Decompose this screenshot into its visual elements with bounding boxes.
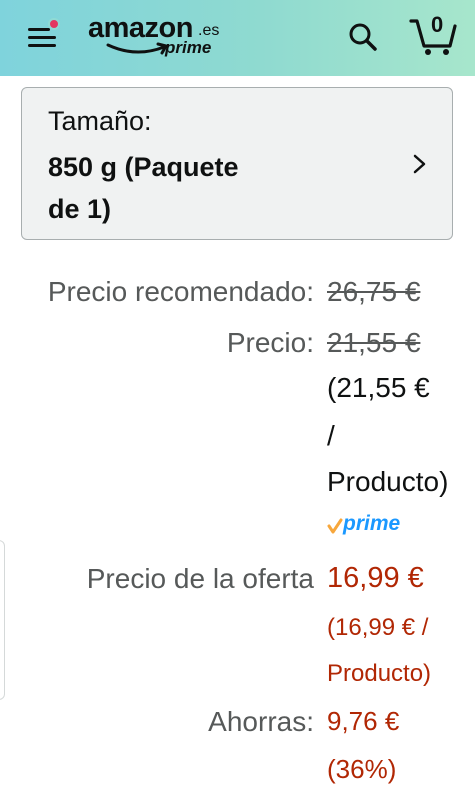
- cart-count: 0: [431, 12, 444, 37]
- hamburger-menu-icon[interactable]: [26, 18, 60, 50]
- unit-price-line3: Producto): [327, 466, 449, 497]
- price-label: Precio:: [226, 327, 314, 358]
- logo-smile-icon: [106, 42, 168, 55]
- price-value: 21,55 €: [327, 327, 421, 358]
- recommended-price-value: 26,75 €: [327, 276, 421, 307]
- savings-value: 9,76 €: [327, 706, 400, 736]
- amazon-prime-logo[interactable]: amazon .es prime: [88, 12, 228, 62]
- deal-unit-line2: Producto): [327, 660, 432, 687]
- menu-bar-top: [28, 28, 50, 31]
- recommended-price-label: Precio recomendado:: [47, 276, 314, 307]
- side-drawer-handle[interactable]: [0, 540, 5, 700]
- cart-icon[interactable]: 0: [408, 12, 458, 58]
- unit-price-line2: /: [327, 420, 335, 451]
- search-icon[interactable]: [346, 20, 380, 54]
- chevron-right-icon: [413, 154, 426, 174]
- unit-price-line1: (21,55 €: [327, 372, 430, 403]
- prime-badge-text: prime: [343, 512, 401, 535]
- size-value: 850 g (Paquete de 1): [48, 146, 308, 230]
- top-header: amazon .es prime 0: [0, 0, 475, 76]
- deal-price-value: 16,99 €: [327, 562, 424, 594]
- size-value-line2: de 1): [48, 194, 112, 224]
- notification-dot-icon: [48, 18, 60, 30]
- menu-bar-middle: [28, 36, 56, 39]
- prime-check-icon: [327, 518, 343, 534]
- deal-unit-line1: (16,99 € /: [327, 614, 429, 641]
- size-value-line1: 850 g (Paquete: [48, 152, 239, 182]
- logo-prime-text: prime: [165, 38, 212, 57]
- deal-price-label: Precio de la oferta: [86, 563, 314, 594]
- savings-label: Ahorras:: [208, 706, 314, 737]
- size-label: Tamaño:: [48, 106, 152, 136]
- menu-bar-bottom: [28, 44, 56, 47]
- savings-percent: (36%): [327, 754, 397, 784]
- size-selector[interactable]: Tamaño: 850 g (Paquete de 1): [21, 87, 453, 240]
